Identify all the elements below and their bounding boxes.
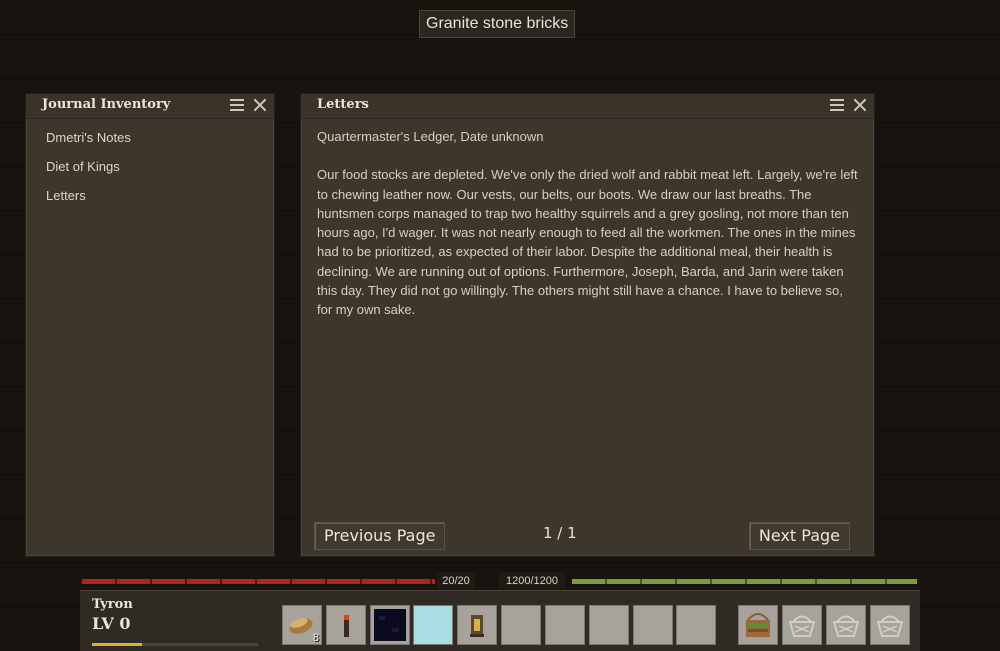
- hotbar-slot-5[interactable]: [457, 605, 497, 645]
- xp-bar-fill: [92, 643, 142, 646]
- bag-slot-2[interactable]: [782, 605, 822, 645]
- journal-list: Dmetri's Notes Diet of Kings Letters: [26, 119, 274, 214]
- journal-inventory-panel: Journal Inventory Dmetri's Notes Diet of…: [25, 93, 275, 557]
- hotbar-slot-9[interactable]: [633, 605, 673, 645]
- basket-empty-icon: [876, 615, 904, 637]
- menu-icon[interactable]: [229, 97, 245, 113]
- satiety-bar-fill: [572, 579, 917, 584]
- torch-icon: [344, 615, 349, 637]
- letters-panel: Letters Quartermaster's Ledger, Date unk…: [300, 93, 875, 557]
- journal-inventory-title: Journal Inventory: [42, 97, 171, 112]
- obsidian-block-icon: [374, 609, 406, 641]
- letter-content: Quartermaster's Ledger, Date unknown Our…: [301, 119, 874, 320]
- hotbar-slot-3[interactable]: [370, 605, 410, 645]
- character-name: Tyron: [92, 597, 133, 612]
- basket-filled-icon: [746, 613, 770, 637]
- letter-text: Our food stocks are depleted. We've only…: [317, 167, 858, 318]
- hotbar-slot-2[interactable]: [326, 605, 366, 645]
- health-bar-fill: [82, 579, 435, 584]
- health-value: 20/20: [437, 572, 475, 590]
- health-bar: [82, 579, 435, 584]
- xp-bar: [92, 643, 258, 646]
- letters-header[interactable]: Letters: [301, 94, 874, 119]
- satiety-bar: [572, 579, 917, 584]
- block-tooltip: Granite stone bricks: [419, 10, 576, 38]
- hotbar-slot-7[interactable]: [545, 605, 585, 645]
- character-level: LV 0: [92, 614, 131, 633]
- close-icon[interactable]: [852, 97, 868, 113]
- journal-item-dmetris-notes[interactable]: Dmetri's Notes: [46, 127, 274, 156]
- journal-item-letters[interactable]: Letters: [46, 185, 274, 214]
- page-indicator: 1 / 1: [543, 524, 577, 542]
- basket-empty-icon: [788, 615, 816, 637]
- hotbar-slot-4[interactable]: [413, 605, 453, 645]
- previous-page-button[interactable]: Previous Page: [314, 522, 446, 550]
- close-icon[interactable]: [252, 97, 268, 113]
- letter-heading: Quartermaster's Ledger, Date unknown: [317, 129, 544, 144]
- journal-inventory-header[interactable]: Journal Inventory: [26, 94, 274, 119]
- hotbar-slot-8[interactable]: [589, 605, 629, 645]
- lantern-icon: [470, 615, 484, 637]
- hotbar-slot-1[interactable]: 8: [282, 605, 322, 645]
- menu-icon[interactable]: [829, 97, 845, 113]
- letters-title: Letters: [317, 97, 369, 112]
- satiety-value: 1200/1200: [499, 572, 565, 590]
- next-page-button[interactable]: Next Page: [748, 522, 850, 550]
- journal-item-diet-of-kings[interactable]: Diet of Kings: [46, 156, 274, 185]
- hotbar-slot-6[interactable]: [501, 605, 541, 645]
- hotbar-slot-10[interactable]: [676, 605, 716, 645]
- bag-slot-1[interactable]: [738, 605, 778, 645]
- slot-count: 8: [312, 632, 319, 644]
- basket-empty-icon: [832, 615, 860, 637]
- bag-slot-3[interactable]: [826, 605, 866, 645]
- bag-slot-4[interactable]: [870, 605, 910, 645]
